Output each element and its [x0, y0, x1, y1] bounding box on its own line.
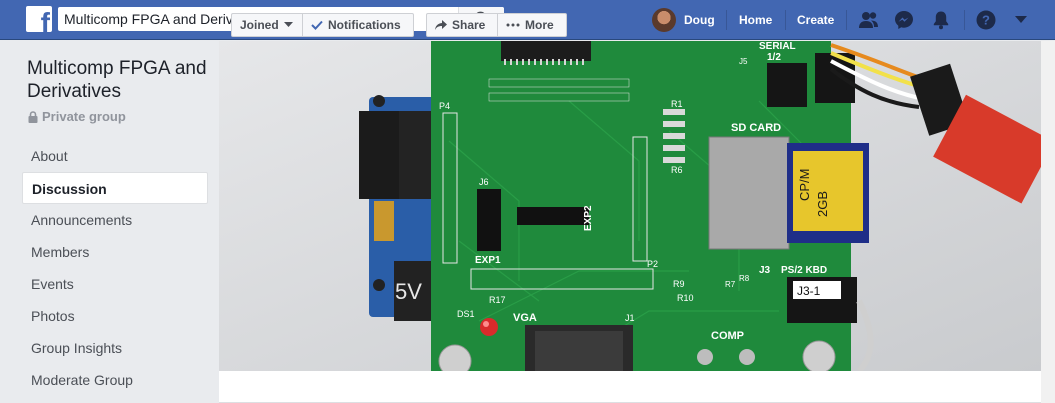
nav-divider: [785, 10, 786, 30]
more-button[interactable]: More: [497, 13, 567, 37]
label-sd-card: SD CARD: [731, 122, 781, 134]
friend-requests-button[interactable]: [857, 8, 881, 32]
sidebar-item-about[interactable]: About: [22, 140, 208, 172]
label-cpm: CP/M: [797, 169, 812, 202]
user-name: Doug: [684, 13, 715, 27]
nav-divider: [846, 10, 847, 30]
group-navigation: About Discussion Announcements Members E…: [22, 140, 208, 396]
avatar: [652, 8, 676, 32]
svg-text:?: ?: [982, 13, 990, 28]
label-serial-sub: 1/2: [767, 52, 781, 63]
group-title[interactable]: Multicomp FPGA and Derivatives: [27, 57, 212, 103]
lock-icon: [28, 110, 38, 123]
share-button[interactable]: Share: [426, 13, 498, 37]
nav-divider: [964, 10, 965, 30]
label-vga: VGA: [513, 312, 537, 324]
group-sidebar: Multicomp FPGA and Derivatives Private g…: [0, 41, 219, 403]
box-header-connector: [359, 111, 399, 199]
privacy-label: Private group: [42, 109, 126, 124]
ellipsis-icon: [506, 23, 520, 27]
sidebar-item-events[interactable]: Events: [22, 268, 208, 300]
checkmark-icon: [311, 20, 323, 30]
notifications-button[interactable]: [929, 8, 953, 32]
scrollbar[interactable]: [1041, 41, 1055, 403]
label-j5: J5: [739, 57, 748, 66]
facebook-logo-icon[interactable]: f: [26, 6, 52, 32]
share-icon: [435, 20, 447, 30]
label-j1: J1: [625, 313, 635, 323]
label-r17: R17: [489, 295, 506, 305]
help-button[interactable]: ?: [974, 8, 998, 32]
label-p4: P4: [439, 101, 450, 111]
label-r8: R8: [739, 274, 750, 283]
led: [480, 318, 498, 336]
friends-icon: [859, 12, 878, 28]
label-comp: COMP: [711, 330, 744, 342]
share-label: Share: [452, 18, 486, 32]
label-5v: 5V: [395, 279, 422, 304]
sidebar-item-discussion[interactable]: Discussion: [22, 172, 208, 204]
sidebar-item-announcements[interactable]: Announcements: [22, 204, 208, 236]
group-action-bar: [219, 371, 1041, 403]
privacy-indicator: Private group: [28, 109, 126, 124]
joined-label: Joined: [240, 18, 279, 32]
sidebar-item-photos[interactable]: Photos: [22, 300, 208, 332]
label-exp2: EXP2: [583, 205, 594, 231]
profile-link[interactable]: Doug: [652, 0, 715, 40]
label-serial: SERIAL: [759, 41, 796, 52]
cover-photo[interactable]: 5V P4 J6 EXP1 EXP2 R1 R6 P2 SERIAL 1/2 J…: [219, 41, 1041, 371]
label-r1: R1: [671, 99, 683, 109]
label-r6: R6: [671, 165, 683, 175]
label-ds1: DS1: [457, 309, 475, 319]
nav-divider: [726, 10, 727, 30]
label-ps2: PS/2 KBD: [781, 265, 827, 276]
sidebar-item-group-insights[interactable]: Group Insights: [22, 332, 208, 364]
label-exp1: EXP1: [475, 255, 501, 266]
label-cpm-size: 2GB: [815, 191, 830, 217]
sidebar-item-moderate-group[interactable]: Moderate Group: [22, 364, 208, 396]
label-p2: P2: [647, 259, 658, 269]
messenger-button[interactable]: [892, 8, 916, 32]
label-j3-1: J3-1: [797, 284, 821, 298]
joined-button[interactable]: Joined: [231, 13, 303, 37]
circuit-board-image: 5V P4 J6 EXP1 EXP2 R1 R6 P2 SERIAL 1/2 J…: [219, 41, 1041, 371]
home-link[interactable]: Home: [739, 13, 772, 27]
label-r7: R7: [725, 280, 736, 289]
notifications-label: Notifications: [328, 18, 401, 32]
create-link[interactable]: Create: [797, 13, 834, 27]
messenger-icon: [895, 11, 913, 29]
label-j3: J3: [759, 265, 771, 276]
caret-down-icon: [283, 22, 293, 27]
label-r10: R10: [677, 293, 694, 303]
more-label: More: [525, 18, 554, 32]
help-icon: ?: [976, 10, 996, 30]
label-j6: J6: [479, 177, 489, 187]
sidebar-item-members[interactable]: Members: [22, 236, 208, 268]
bell-icon: [933, 11, 949, 30]
account-menu-button[interactable]: [1009, 8, 1033, 32]
label-r9: R9: [673, 279, 685, 289]
notifications-button[interactable]: Notifications: [302, 13, 414, 37]
caret-down-icon: [1015, 16, 1027, 23]
